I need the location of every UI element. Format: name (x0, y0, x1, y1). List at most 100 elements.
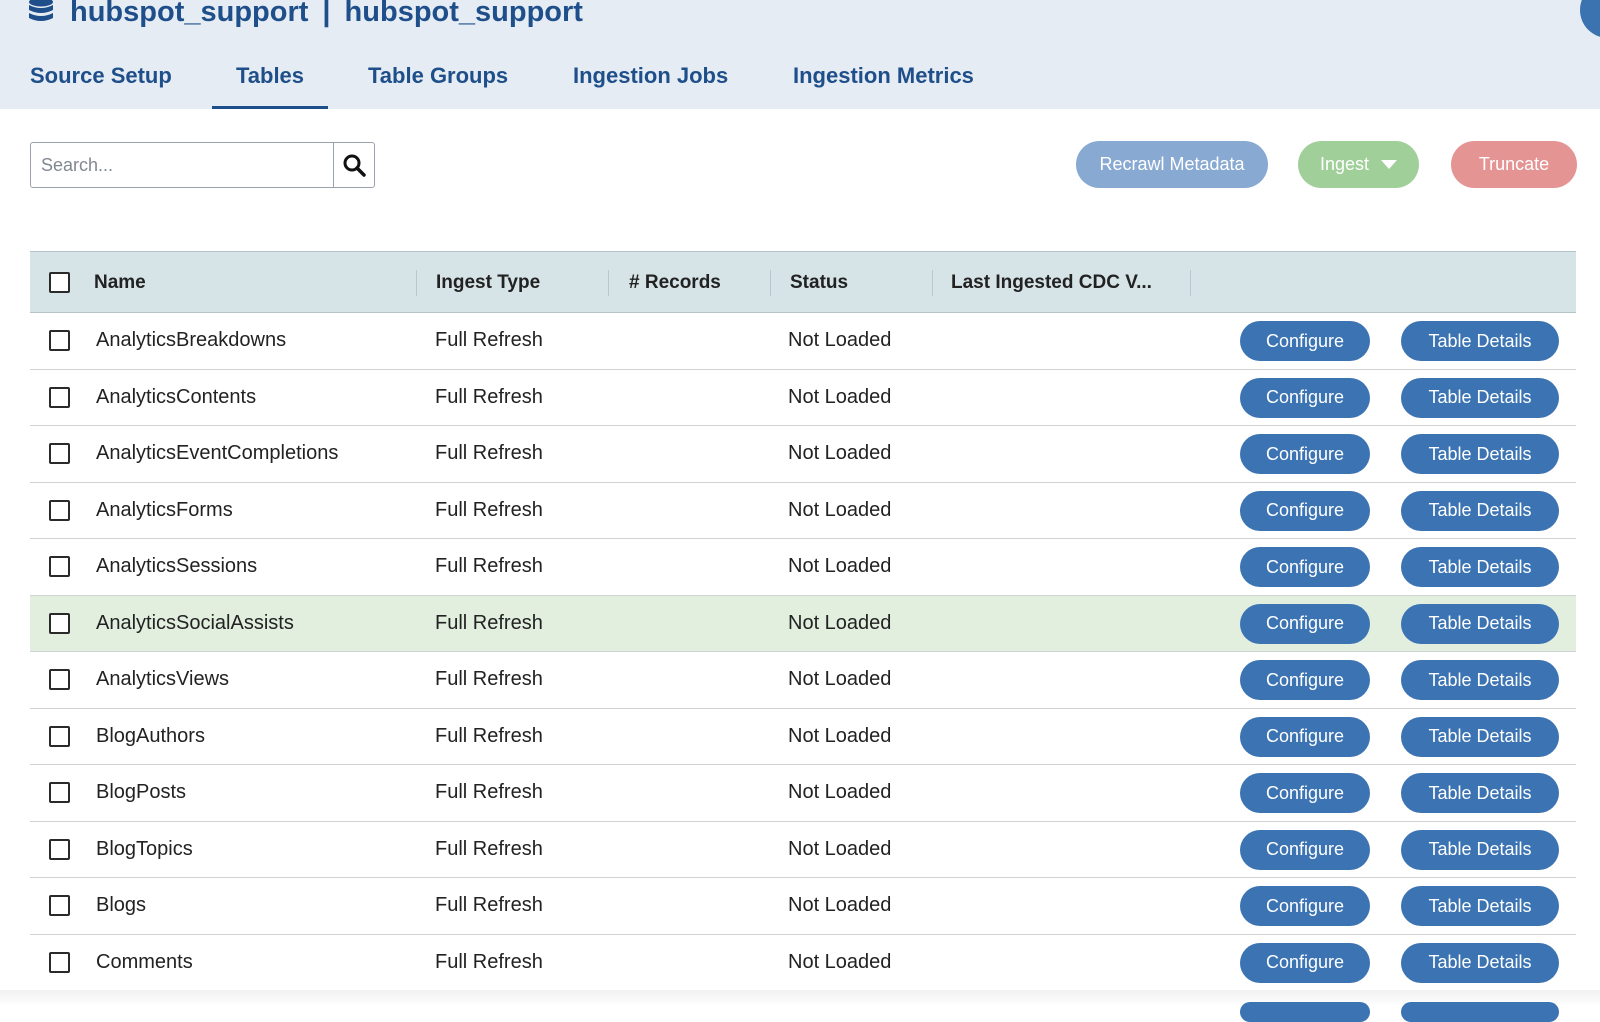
search-box (30, 142, 375, 188)
cell-ingest-type: Full Refresh (435, 668, 543, 690)
table-details-button[interactable]: Table Details (1401, 377, 1559, 418)
column-divider (416, 270, 417, 296)
configure-button[interactable]: Configure (1240, 547, 1370, 587)
column-header-name[interactable]: Name (94, 252, 146, 314)
row-checkbox[interactable] (49, 782, 70, 803)
configure-button[interactable]: Configure (1240, 660, 1370, 700)
column-header-ingest-type[interactable]: Ingest Type (436, 252, 540, 314)
table-details-button[interactable]: Table Details (1401, 886, 1559, 926)
configure-button[interactable]: Configure (1240, 434, 1370, 474)
cell-table-name: Blogs (96, 894, 147, 916)
table-details-button[interactable]: Table Details (1401, 603, 1559, 644)
table-body: AnalyticsBreakdowns Full Refresh Not Loade… (30, 313, 1576, 991)
cell-ingest-type: Full Refresh (435, 724, 543, 747)
cell-table-name: Comments (96, 950, 193, 973)
cell-ingest-type: Full Refresh (435, 837, 543, 860)
select-all-checkbox[interactable] (49, 272, 70, 293)
cell-table-name: AnalyticsForms (96, 498, 233, 521)
row-checkbox[interactable] (49, 499, 70, 521)
configure-button[interactable]: Configure (1240, 942, 1370, 983)
table-row[interactable]: BlogTopics Full Refresh Not Loaded Configur… (30, 822, 1576, 878)
configure-button[interactable]: Configure (1240, 829, 1370, 870)
column-divider (932, 270, 933, 296)
tab-source-setup[interactable]: Source Setup (30, 52, 172, 109)
table-row[interactable]: AnalyticsBreakdowns Full Refresh Not Loade… (30, 313, 1576, 370)
row-checkbox[interactable] (49, 669, 70, 690)
user-avatar[interactable] (1580, 0, 1600, 38)
ingest-button[interactable]: Ingest (1298, 141, 1419, 188)
table-details-button[interactable]: Table Details (1401, 434, 1559, 474)
configure-button[interactable]: Configure (1240, 773, 1370, 813)
cell-status: Not Loaded (788, 442, 892, 464)
table-details-button[interactable]: Table Details (1401, 829, 1559, 870)
cell-status: Not Loaded (788, 385, 892, 408)
source-display-name: hubspot_support (344, 0, 583, 28)
configure-button[interactable]: Configure (1240, 490, 1370, 531)
cell-table-name: AnalyticsContents (96, 385, 257, 408)
row-checkbox[interactable] (49, 443, 70, 464)
truncate-button[interactable]: Truncate (1451, 141, 1577, 188)
source-title: hubspot_support | hubspot_support (28, 0, 583, 32)
row-checkbox[interactable] (49, 951, 70, 973)
table-details-button[interactable]: Table Details (1401, 490, 1559, 531)
row-checkbox[interactable] (49, 330, 70, 351)
table-row[interactable]: AnalyticsSocialAssists Full Refresh Not Lo… (30, 595, 1576, 652)
table-details-button[interactable]: Table Details (1401, 321, 1559, 361)
cell-ingest-type: Full Refresh (435, 329, 543, 351)
table-row[interactable]: AnalyticsEventCompletions Full Refresh Not… (30, 426, 1576, 483)
tab-ingestion-jobs[interactable]: Ingestion Jobs (573, 52, 728, 109)
table-row[interactable]: AnalyticsContents Full Refresh Not Loaded C… (30, 370, 1576, 426)
table-details-button[interactable]: Table Details (1401, 547, 1559, 587)
table-row[interactable]: Blogs Full Refresh Not Loaded Configure Tabl… (30, 878, 1576, 935)
table-row[interactable]: Comments Full Refresh Not Loaded Configure T… (30, 935, 1576, 991)
ingest-button-label: Ingest (1319, 154, 1370, 174)
column-header-records[interactable]: # Records (629, 252, 721, 314)
cell-ingest-type: Full Refresh (435, 950, 543, 973)
table-details-button[interactable]: Table Details (1401, 942, 1559, 983)
recrawl-metadata-button[interactable]: Recrawl Metadata (1076, 141, 1268, 188)
table-row[interactable]: AnalyticsSessions Full Refresh Not Loaded C… (30, 539, 1576, 596)
tab-ingestion-metrics[interactable]: Ingestion Metrics (793, 52, 974, 109)
tables-table: Name Ingest Type # Records Status Last I… (30, 251, 1576, 991)
table-row[interactable]: BlogPosts Full Refresh Not Loaded Configure… (30, 765, 1576, 822)
configure-button[interactable] (1240, 1002, 1370, 1022)
cell-ingest-type: Full Refresh (435, 781, 543, 803)
cell-ingest-type: Full Refresh (435, 442, 543, 464)
cell-ingest-type: Full Refresh (435, 555, 543, 577)
tab-tables[interactable]: Tables (212, 52, 328, 109)
configure-button[interactable]: Configure (1240, 886, 1370, 926)
configure-button[interactable]: Configure (1240, 716, 1370, 757)
table-row[interactable]: BlogAuthors Full Refresh Not Loaded Configu… (30, 709, 1576, 765)
source-name: hubspot_support (70, 0, 309, 28)
row-checkbox[interactable] (49, 838, 70, 860)
configure-button[interactable]: Configure (1240, 603, 1370, 644)
title-separator: | (322, 0, 331, 28)
cell-status: Not Loaded (788, 894, 892, 916)
cell-status: Not Loaded (788, 329, 892, 351)
cell-table-name: AnalyticsBreakdowns (96, 329, 287, 351)
search-input[interactable] (31, 143, 333, 187)
row-checkbox[interactable] (49, 725, 70, 747)
table-details-button[interactable]: Table Details (1401, 660, 1559, 700)
configure-button[interactable]: Configure (1240, 321, 1370, 361)
table-details-button[interactable]: Table Details (1401, 773, 1559, 813)
cell-status: Not Loaded (788, 837, 892, 860)
row-checkbox[interactable] (49, 895, 70, 916)
cell-table-name: AnalyticsViews (96, 668, 230, 690)
table-details-button[interactable]: Table Details (1401, 716, 1559, 757)
cell-status: Not Loaded (788, 498, 892, 521)
table-row[interactable]: AnalyticsViews Full Refresh Not Loaded Conf… (30, 652, 1576, 709)
search-button[interactable] (333, 143, 374, 187)
table-row[interactable]: AnalyticsForms Full Refresh Not Loaded Conf… (30, 483, 1576, 539)
database-icon (28, 0, 54, 27)
cell-ingest-type: Full Refresh (435, 385, 543, 408)
column-header-status[interactable]: Status (790, 252, 848, 314)
configure-button[interactable]: Configure (1240, 377, 1370, 418)
column-header-last-ingested[interactable]: Last Ingested CDC V... (951, 252, 1152, 314)
row-checkbox[interactable] (49, 386, 70, 408)
row-checkbox[interactable] (49, 556, 70, 577)
tab-table-groups[interactable]: Table Groups (368, 52, 508, 109)
row-checkbox[interactable] (49, 612, 70, 634)
table-details-button[interactable] (1401, 1002, 1559, 1022)
cell-status: Not Loaded (788, 555, 892, 577)
